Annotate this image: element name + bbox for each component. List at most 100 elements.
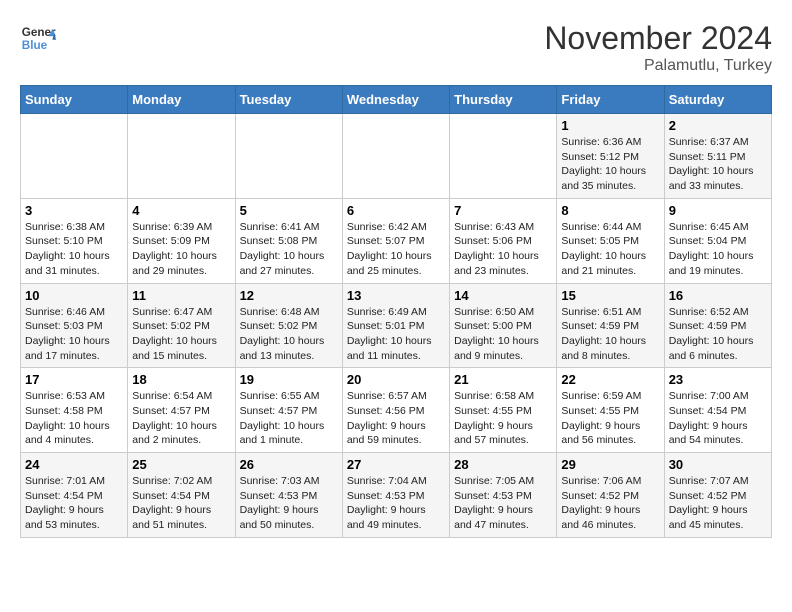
- calendar-cell: 15 Sunrise: 6:51 AM Sunset: 4:59 PM Dayli…: [557, 283, 664, 368]
- day-info: Sunrise: 6:59 AM Sunset: 4:55 PM Dayligh…: [561, 389, 659, 448]
- calendar-cell: 20Sunrise: 6:57 AM Sunset: 4:56 PM Dayli…: [342, 368, 449, 453]
- day-number: 19: [240, 372, 338, 387]
- calendar-cell: 25Sunrise: 7:02 AM Sunset: 4:54 PM Dayli…: [128, 453, 235, 538]
- calendar-cell: 2 Sunrise: 6:37 AM Sunset: 5:11 PM Daylig…: [664, 114, 771, 199]
- day-number: 14: [454, 288, 552, 303]
- calendar-cell: 29 Sunrise: 7:06 AM Sunset: 4:52 PM Dayli…: [557, 453, 664, 538]
- day-info: Sunrise: 6:51 AM Sunset: 4:59 PM Dayligh…: [561, 305, 659, 364]
- day-number: 23: [669, 372, 767, 387]
- day-info: Sunrise: 6:37 AM Sunset: 5:11 PM Dayligh…: [669, 135, 767, 194]
- day-info: Sunrise: 6:41 AM Sunset: 5:08 PM Dayligh…: [240, 220, 338, 279]
- calendar-cell: 24 Sunrise: 7:01 AM Sunset: 4:54 PM Dayli…: [21, 453, 128, 538]
- day-info: Sunrise: 6:48 AM Sunset: 5:02 PM Dayligh…: [240, 305, 338, 364]
- weekday-header: Tuesday: [235, 86, 342, 114]
- day-info: Sunrise: 6:55 AM Sunset: 4:57 PM Dayligh…: [240, 389, 338, 448]
- calendar-cell: 1 Sunrise: 6:36 AM Sunset: 5:12 PM Daylig…: [557, 114, 664, 199]
- day-number: 8: [561, 203, 659, 218]
- day-number: 3: [25, 203, 123, 218]
- calendar-cell: [128, 114, 235, 199]
- day-info: Sunrise: 6:38 AM Sunset: 5:10 PM Dayligh…: [25, 220, 123, 279]
- calendar-cell: 3 Sunrise: 6:38 AM Sunset: 5:10 PM Daylig…: [21, 198, 128, 283]
- day-info: Sunrise: 7:05 AM Sunset: 4:53 PM Dayligh…: [454, 474, 552, 533]
- day-info: Sunrise: 6:39 AM Sunset: 5:09 PM Dayligh…: [132, 220, 230, 279]
- day-number: 21: [454, 372, 552, 387]
- calendar-cell: 28Sunrise: 7:05 AM Sunset: 4:53 PM Dayli…: [450, 453, 557, 538]
- calendar-cell: 14 Sunrise: 6:50 AM Sunset: 5:00 PM Dayli…: [450, 283, 557, 368]
- calendar-cell: 9 Sunrise: 6:45 AM Sunset: 5:04 PM Daylig…: [664, 198, 771, 283]
- day-info: Sunrise: 7:01 AM Sunset: 4:54 PM Dayligh…: [25, 474, 123, 533]
- day-number: 5: [240, 203, 338, 218]
- day-number: 11: [132, 288, 230, 303]
- logo-icon: General Blue: [20, 20, 56, 56]
- weekday-header: Sunday: [21, 86, 128, 114]
- day-info: Sunrise: 6:49 AM Sunset: 5:01 PM Dayligh…: [347, 305, 445, 364]
- calendar-cell: 19 Sunrise: 6:55 AM Sunset: 4:57 PM Dayli…: [235, 368, 342, 453]
- day-number: 20: [347, 372, 445, 387]
- day-number: 24: [25, 457, 123, 472]
- day-number: 9: [669, 203, 767, 218]
- calendar-cell: 23 Sunrise: 7:00 AM Sunset: 4:54 PM Dayli…: [664, 368, 771, 453]
- day-info: Sunrise: 7:07 AM Sunset: 4:52 PM Dayligh…: [669, 474, 767, 533]
- day-number: 10: [25, 288, 123, 303]
- day-info: Sunrise: 7:03 AM Sunset: 4:53 PM Dayligh…: [240, 474, 338, 533]
- day-number: 12: [240, 288, 338, 303]
- day-info: Sunrise: 7:06 AM Sunset: 4:52 PM Dayligh…: [561, 474, 659, 533]
- calendar-cell: 12 Sunrise: 6:48 AM Sunset: 5:02 PM Dayli…: [235, 283, 342, 368]
- weekday-header: Friday: [557, 86, 664, 114]
- day-info: Sunrise: 6:58 AM Sunset: 4:55 PM Dayligh…: [454, 389, 552, 448]
- month-title: November 2024: [544, 20, 772, 57]
- day-info: Sunrise: 6:45 AM Sunset: 5:04 PM Dayligh…: [669, 220, 767, 279]
- calendar-table: SundayMondayTuesdayWednesdayThursdayFrid…: [20, 85, 772, 538]
- day-number: 22: [561, 372, 659, 387]
- calendar-cell: 11 Sunrise: 6:47 AM Sunset: 5:02 PM Dayli…: [128, 283, 235, 368]
- calendar-cell: 21 Sunrise: 6:58 AM Sunset: 4:55 PM Dayli…: [450, 368, 557, 453]
- day-number: 7: [454, 203, 552, 218]
- day-number: 6: [347, 203, 445, 218]
- calendar-cell: 7Sunrise: 6:43 AM Sunset: 5:06 PM Daylig…: [450, 198, 557, 283]
- day-number: 29: [561, 457, 659, 472]
- calendar-cell: [21, 114, 128, 199]
- calendar-cell: 17 Sunrise: 6:53 AM Sunset: 4:58 PM Dayli…: [21, 368, 128, 453]
- calendar-cell: 13 Sunrise: 6:49 AM Sunset: 5:01 PM Dayli…: [342, 283, 449, 368]
- day-info: Sunrise: 6:54 AM Sunset: 4:57 PM Dayligh…: [132, 389, 230, 448]
- weekday-header: Monday: [128, 86, 235, 114]
- day-info: Sunrise: 6:44 AM Sunset: 5:05 PM Dayligh…: [561, 220, 659, 279]
- day-number: 17: [25, 372, 123, 387]
- calendar-cell: 4 Sunrise: 6:39 AM Sunset: 5:09 PM Daylig…: [128, 198, 235, 283]
- calendar-cell: 27 Sunrise: 7:04 AM Sunset: 4:53 PM Dayli…: [342, 453, 449, 538]
- weekday-header: Wednesday: [342, 86, 449, 114]
- day-info: Sunrise: 6:36 AM Sunset: 5:12 PM Dayligh…: [561, 135, 659, 194]
- day-info: Sunrise: 6:46 AM Sunset: 5:03 PM Dayligh…: [25, 305, 123, 364]
- calendar-cell: [235, 114, 342, 199]
- day-number: 2: [669, 118, 767, 133]
- day-number: 18: [132, 372, 230, 387]
- calendar-cell: 16 Sunrise: 6:52 AM Sunset: 4:59 PM Dayli…: [664, 283, 771, 368]
- day-info: Sunrise: 6:52 AM Sunset: 4:59 PM Dayligh…: [669, 305, 767, 364]
- day-info: Sunrise: 6:53 AM Sunset: 4:58 PM Dayligh…: [25, 389, 123, 448]
- day-number: 15: [561, 288, 659, 303]
- calendar-cell: 10 Sunrise: 6:46 AM Sunset: 5:03 PM Dayli…: [21, 283, 128, 368]
- calendar-cell: 18 Sunrise: 6:54 AM Sunset: 4:57 PM Dayli…: [128, 368, 235, 453]
- calendar-header: SundayMondayTuesdayWednesdayThursdayFrid…: [21, 86, 772, 114]
- day-info: Sunrise: 7:00 AM Sunset: 4:54 PM Dayligh…: [669, 389, 767, 448]
- day-number: 1: [561, 118, 659, 133]
- day-info: Sunrise: 6:50 AM Sunset: 5:00 PM Dayligh…: [454, 305, 552, 364]
- day-number: 30: [669, 457, 767, 472]
- day-number: 16: [669, 288, 767, 303]
- day-number: 4: [132, 203, 230, 218]
- day-number: 13: [347, 288, 445, 303]
- calendar-cell: 8 Sunrise: 6:44 AM Sunset: 5:05 PM Daylig…: [557, 198, 664, 283]
- location-subtitle: Palamutlu, Turkey: [544, 57, 772, 75]
- page-header: General Blue November 2024 Palamutlu, Tu…: [20, 20, 772, 75]
- day-number: 26: [240, 457, 338, 472]
- weekday-header: Thursday: [450, 86, 557, 114]
- title-block: November 2024 Palamutlu, Turkey: [544, 20, 772, 75]
- day-info: Sunrise: 6:47 AM Sunset: 5:02 PM Dayligh…: [132, 305, 230, 364]
- calendar-cell: 5 Sunrise: 6:41 AM Sunset: 5:08 PM Daylig…: [235, 198, 342, 283]
- day-info: Sunrise: 7:04 AM Sunset: 4:53 PM Dayligh…: [347, 474, 445, 533]
- day-number: 27: [347, 457, 445, 472]
- svg-text:Blue: Blue: [22, 39, 48, 52]
- day-number: 25: [132, 457, 230, 472]
- weekday-header: Saturday: [664, 86, 771, 114]
- logo: General Blue: [20, 20, 56, 56]
